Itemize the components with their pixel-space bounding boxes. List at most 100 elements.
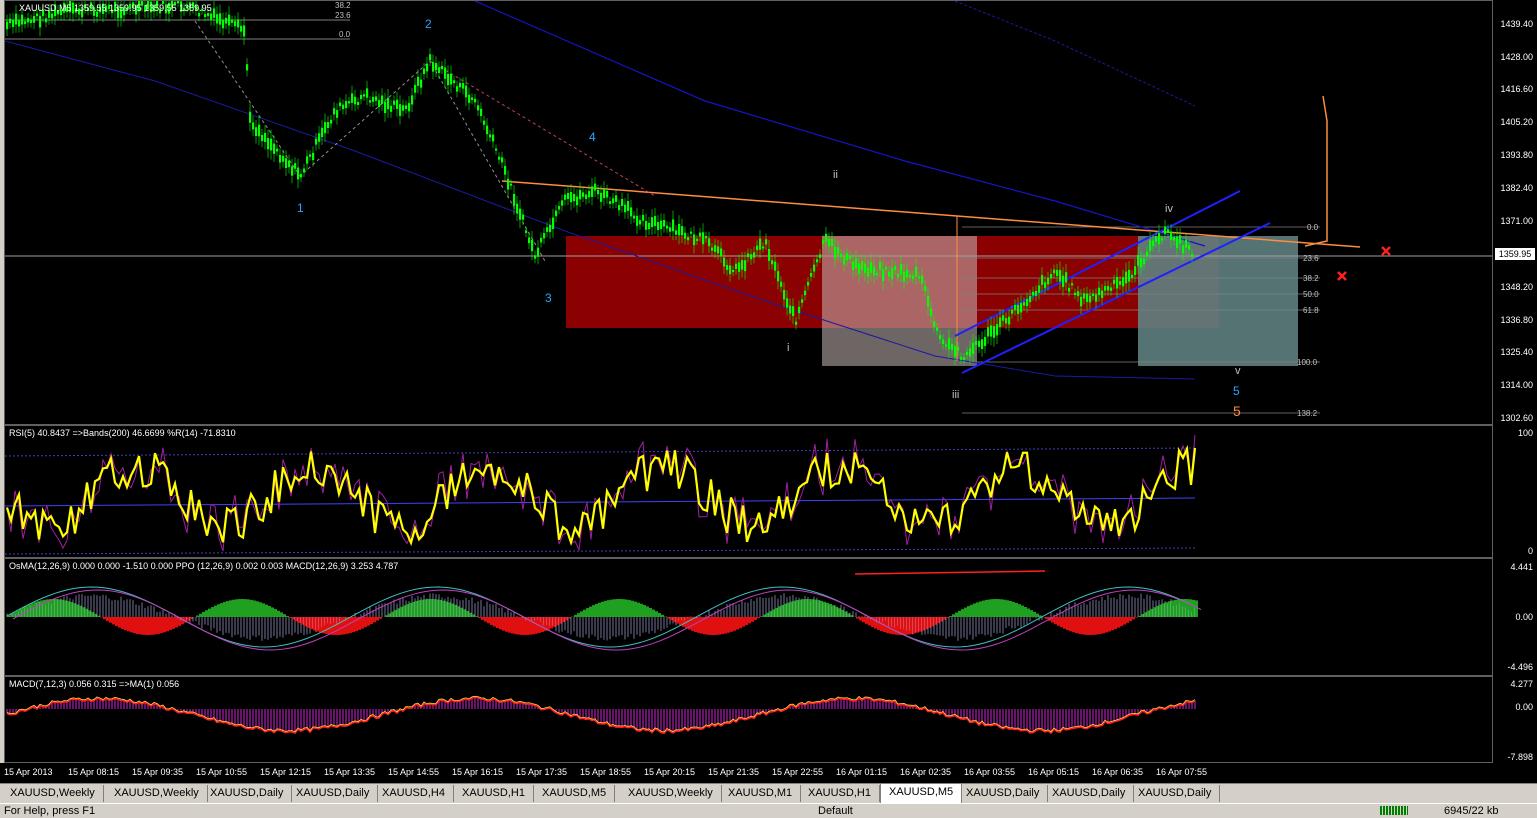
chart-tab[interactable]: XAUUSD,Daily (1130, 785, 1220, 802)
candle-body (297, 168, 299, 180)
time-tick: 15 Apr 20:15 (644, 767, 695, 777)
osma-bar (457, 606, 460, 617)
candle-body (882, 269, 884, 281)
osma-panel[interactable]: OsMA(12,26,9) 0.000 0.000 -1.510 0.000 P… (4, 558, 1493, 676)
chart-tab[interactable]: XAUUSD,Weekly (106, 785, 208, 802)
candle-body (534, 255, 536, 258)
wave-label-ii: ii (833, 169, 838, 181)
price-tick: 1382.40 (1500, 183, 1533, 193)
osma-bar (592, 605, 595, 617)
moving-average-line (5, 41, 1195, 379)
rsi-line (7, 448, 1195, 543)
candle-body (732, 270, 734, 272)
osma-bar (1174, 600, 1177, 617)
chart-tab[interactable]: XAUUSD,M5 (534, 785, 615, 802)
rsi-panel[interactable]: RSI(5) 40.8437 =>Bands(200) 46.6699 %R(1… (4, 425, 1493, 558)
candle-body (1011, 310, 1013, 314)
candle-body (543, 233, 545, 238)
osma-bar (583, 610, 586, 617)
time-tick: 15 Apr 22:55 (772, 767, 823, 777)
candle-body (558, 206, 560, 209)
candle-body (483, 121, 485, 125)
candle-body (897, 274, 899, 277)
candle-body (546, 227, 548, 232)
rsi-tick: 100 (1518, 428, 1533, 438)
osma-bar (337, 617, 340, 635)
time-tick: 15 Apr 14:55 (388, 767, 439, 777)
candle-body (945, 344, 947, 346)
candle-body (1029, 296, 1031, 302)
candle-body (705, 236, 707, 238)
osma-bar (976, 602, 979, 617)
price-chart[interactable]: XAUUSD,M5 1359.55 1359.95 1359.55 1359.9… (4, 0, 1493, 425)
osma-bar (424, 599, 427, 617)
osma-bar (811, 599, 814, 617)
candle-body (1167, 229, 1169, 232)
candle-body (951, 344, 953, 350)
osma-bar (409, 603, 412, 617)
candle-body (339, 103, 341, 107)
osma-canvas (5, 559, 1493, 676)
candle-body (459, 83, 461, 87)
osma-bar (205, 610, 208, 617)
osma-bar (1123, 617, 1126, 625)
osma-bar (517, 617, 520, 635)
osma-bar (682, 617, 685, 627)
price-tick: 1371.00 (1500, 216, 1533, 226)
fib-right-label: 50.0 (1303, 290, 1319, 299)
candle-body (999, 317, 1001, 327)
osma-bar (499, 617, 502, 629)
price-chart-canvas (5, 1, 1493, 425)
candle-body (429, 54, 431, 60)
osma-bar (169, 617, 172, 630)
chart-tab[interactable]: XAUUSD,H1 (800, 785, 880, 802)
candle-body (750, 254, 752, 259)
candle-body (624, 205, 626, 212)
candle-body (777, 271, 779, 281)
candle-body (486, 126, 488, 135)
chart-tab[interactable]: XAUUSD,Daily (202, 785, 292, 802)
osma-bar (1099, 617, 1102, 634)
osma-bar (280, 612, 283, 617)
candle-body (480, 109, 482, 116)
chart-tab[interactable]: XAUUSD,Daily (288, 785, 378, 802)
candle-body (450, 74, 452, 85)
chart-tab[interactable]: XAUUSD,H4 (374, 785, 454, 802)
chart-tab[interactable]: XAUUSD,Weekly (2, 785, 104, 802)
chart-tab[interactable]: XAUUSD,Weekly (620, 785, 722, 802)
osma-bar (1159, 605, 1162, 617)
candle-body (309, 154, 311, 156)
candle-body (591, 186, 593, 197)
candle-body (438, 67, 440, 73)
candle-body (975, 341, 977, 345)
osma-bar (82, 607, 85, 617)
osma-bar (430, 599, 433, 617)
time-tick: 15 Apr 08:15 (68, 767, 119, 777)
osma-bar (559, 617, 562, 624)
candle-body (1089, 296, 1091, 303)
candle-body (1119, 281, 1121, 285)
osma-bar (103, 617, 106, 619)
candle-body (1164, 226, 1166, 233)
chart-tab[interactable]: XAUUSD,Daily (958, 785, 1048, 802)
chart-tab[interactable]: XAUUSD,H1 (454, 785, 534, 802)
candle-body (456, 86, 458, 91)
candle-body (927, 296, 929, 307)
osma-bar (505, 617, 508, 632)
macd-panel[interactable]: MACD(7,12,3) 0.056 0.315 =>MA(1) 0.056 (4, 676, 1493, 763)
candle-body (1020, 303, 1022, 312)
chart-tab[interactable]: XAUUSD,M1 (720, 785, 801, 802)
candle-body (363, 94, 365, 96)
price-scale[interactable]: 1439.40 1428.00 1416.60 1405.20 1393.80 … (1493, 0, 1537, 425)
candle-body (969, 348, 971, 356)
osma-bar (412, 602, 415, 617)
candle-body (768, 249, 770, 261)
osma-bar (472, 614, 475, 617)
chart-tab[interactable]: XAUUSD,M5 (880, 784, 962, 804)
candle-body (375, 96, 377, 100)
candle-body (708, 238, 710, 246)
candle-body (303, 168, 305, 172)
candle-body (1002, 315, 1004, 320)
chart-tab[interactable]: XAUUSD,Daily (1044, 785, 1134, 802)
candle-body (228, 15, 230, 26)
